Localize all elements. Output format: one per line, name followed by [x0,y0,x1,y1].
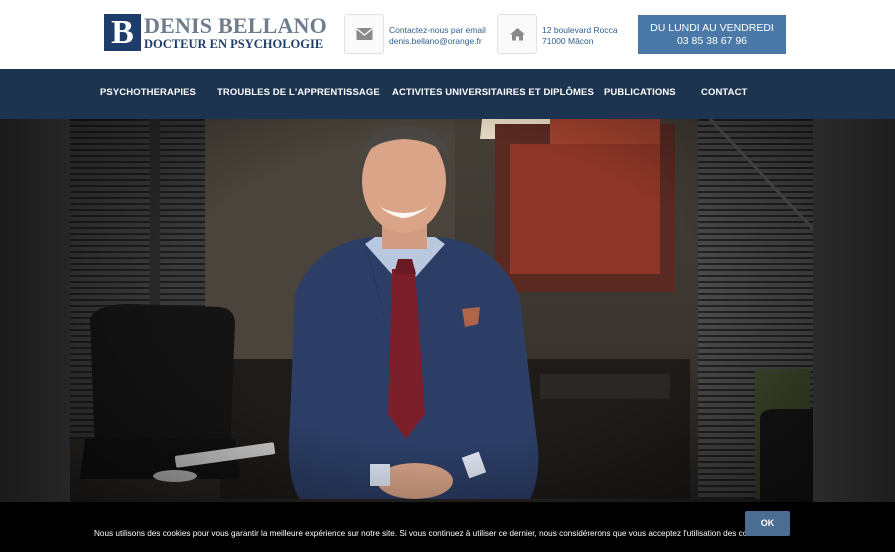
address-icon-box [497,14,537,54]
logo-name: DENIS BELLANO [144,13,327,38]
nav-item-activites-universitaires[interactable]: ACTIVITES UNIVERSITAIRES ET DIPLÔMES [392,87,594,98]
nav-item-contact[interactable]: CONTACT [701,87,747,98]
hours-phone: 03 85 38 67 96 [676,35,748,47]
hours-days: DU LUNDI AU VENDREDI [650,22,774,34]
cookie-accept-button[interactable]: OK [745,511,790,536]
cookie-banner: Nous utilisons des cookies pour vous gar… [0,502,895,552]
nav-item-publications[interactable]: PUBLICATIONS [604,87,676,98]
hero-photo [70,119,813,552]
logo-subtitle: DOCTEUR EN PSYCHOLOGIE [144,37,324,51]
address-line-2: 71000 Mâcon [542,36,594,46]
logo-mark: B [104,14,141,51]
email-link[interactable]: denis.bellano@orange.fr [389,35,482,47]
hero-side-left [0,119,70,552]
cookie-message: Nous utilisons des cookies pour vous gar… [94,529,769,538]
hero-banner [0,119,895,552]
hero-side-right [813,119,895,552]
nav-item-troubles-apprentissage[interactable]: TROUBLES DE L'APPRENTISSAGE [217,87,380,98]
logo-mark-letter: B [111,14,134,51]
portrait-illustration [70,119,813,552]
hours-phone-button[interactable]: DU LUNDI AU VENDREDI 03 85 38 67 96 [638,15,786,54]
email-icon-box [344,14,384,54]
nav-item-psychotherapies[interactable]: PSYCHOTHERAPIES [100,87,196,98]
main-nav: PSYCHOTHERAPIES TROUBLES DE L'APPRENTISS… [0,69,895,119]
site-header: B DENIS BELLANO DOCTEUR EN PSYCHOLOGIE C… [0,0,895,69]
home-icon [510,28,525,41]
site-logo[interactable]: B DENIS BELLANO DOCTEUR EN PSYCHOLOGIE [104,14,327,54]
envelope-icon [356,28,373,40]
